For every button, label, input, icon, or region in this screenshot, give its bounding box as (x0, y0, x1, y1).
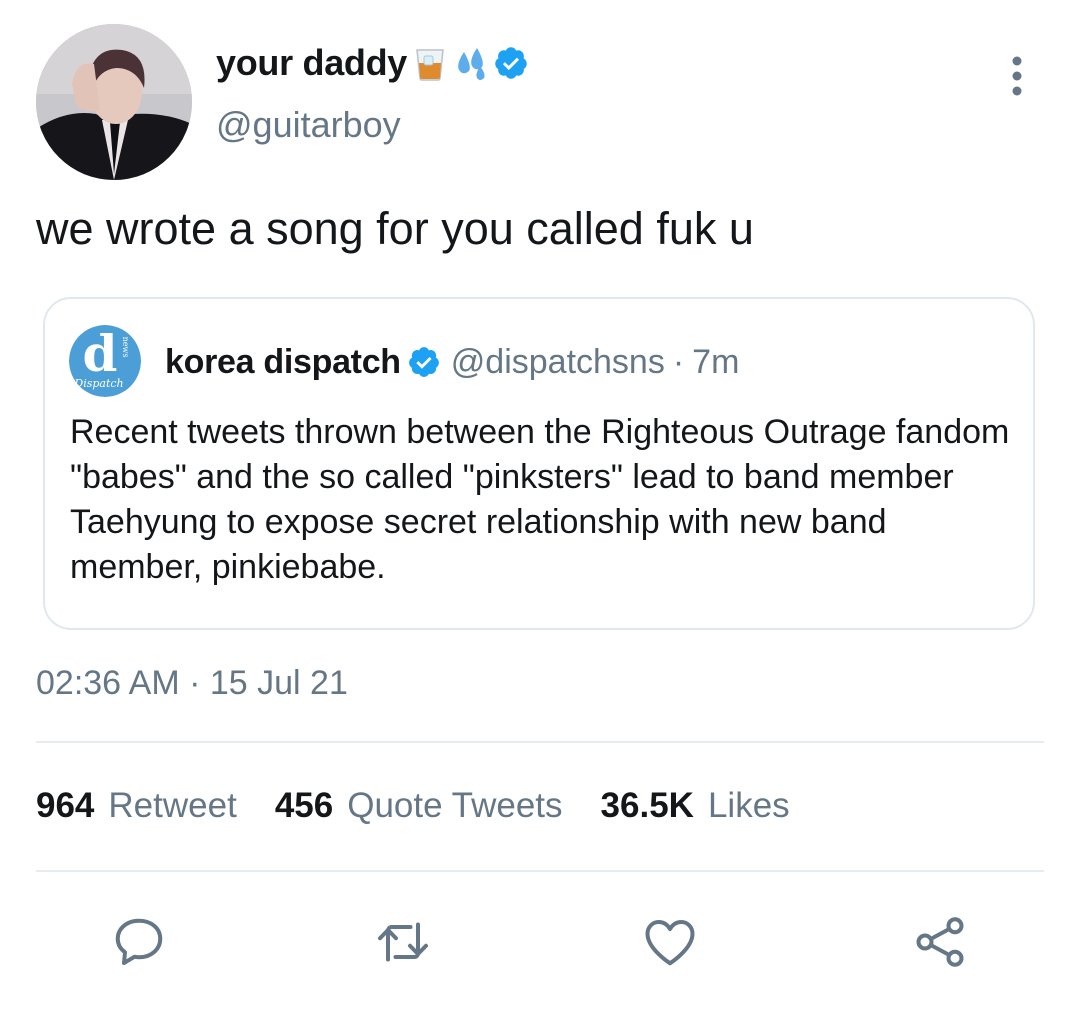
quoted-author-handle: @dispatchsns (450, 342, 665, 381)
dispatch-logo-tag: news (121, 337, 130, 358)
quoted-separator: · (672, 342, 685, 381)
quoted-tweet-text: Recent tweets thrown between the Righteo… (70, 413, 1010, 586)
divider (36, 870, 1044, 872)
reply-icon[interactable] (109, 912, 169, 972)
quoted-tweet-time: 7m (692, 342, 740, 381)
like-icon[interactable] (640, 912, 700, 972)
author-name-text: your daddy (216, 42, 408, 83)
like-count: 36.5K (600, 786, 694, 825)
quoted-author-name: korea dispatch (165, 342, 401, 381)
dispatch-logo-icon: d news Dispatch (69, 325, 141, 397)
like-label: Likes (707, 786, 790, 825)
retweet-count-stat[interactable]: 964 Retweet (36, 786, 237, 826)
divider (36, 741, 1044, 743)
sweat-droplets-emoji-icon (453, 44, 487, 82)
quoted-author-avatar[interactable]: d news Dispatch (69, 325, 141, 397)
tweet-timestamp[interactable]: 02:36 AM · 15 Jul 21 (36, 664, 348, 703)
dispatch-logo-word: Dispatch (73, 377, 123, 390)
quoted-tweet-card[interactable]: d news Dispatch korea dispatch @dispatch… (43, 297, 1035, 630)
quote-label: Quote Tweets (347, 786, 563, 825)
quoted-tweet-header: korea dispatch @dispatchsns · 7m (165, 337, 739, 387)
quoted-verified-badge-icon (407, 345, 441, 379)
engagement-stats: 964 Retweet 456 Quote Tweets 36.5K Likes (36, 786, 790, 826)
author-display-name[interactable]: your daddy (216, 40, 529, 86)
quote-count: 456 (274, 786, 334, 825)
author-avatar-image (36, 24, 192, 180)
author-avatar[interactable] (36, 24, 192, 180)
more-options-icon[interactable] (1004, 55, 1030, 97)
share-icon[interactable] (910, 912, 970, 972)
like-count-stat[interactable]: 36.5K Likes (601, 786, 790, 826)
retweet-label: Retweet (108, 786, 237, 825)
tumbler-glass-emoji-icon (413, 44, 447, 82)
quote-count-stat[interactable]: 456 Quote Tweets (275, 786, 563, 826)
author-handle[interactable]: @guitarboy (216, 104, 401, 146)
dispatch-logo-letter: d (83, 325, 118, 383)
verified-badge-icon (493, 45, 529, 81)
retweet-icon[interactable] (373, 912, 433, 972)
tweet-text: we wrote a song for you called fuk u (36, 203, 754, 254)
retweet-count: 964 (36, 786, 95, 825)
